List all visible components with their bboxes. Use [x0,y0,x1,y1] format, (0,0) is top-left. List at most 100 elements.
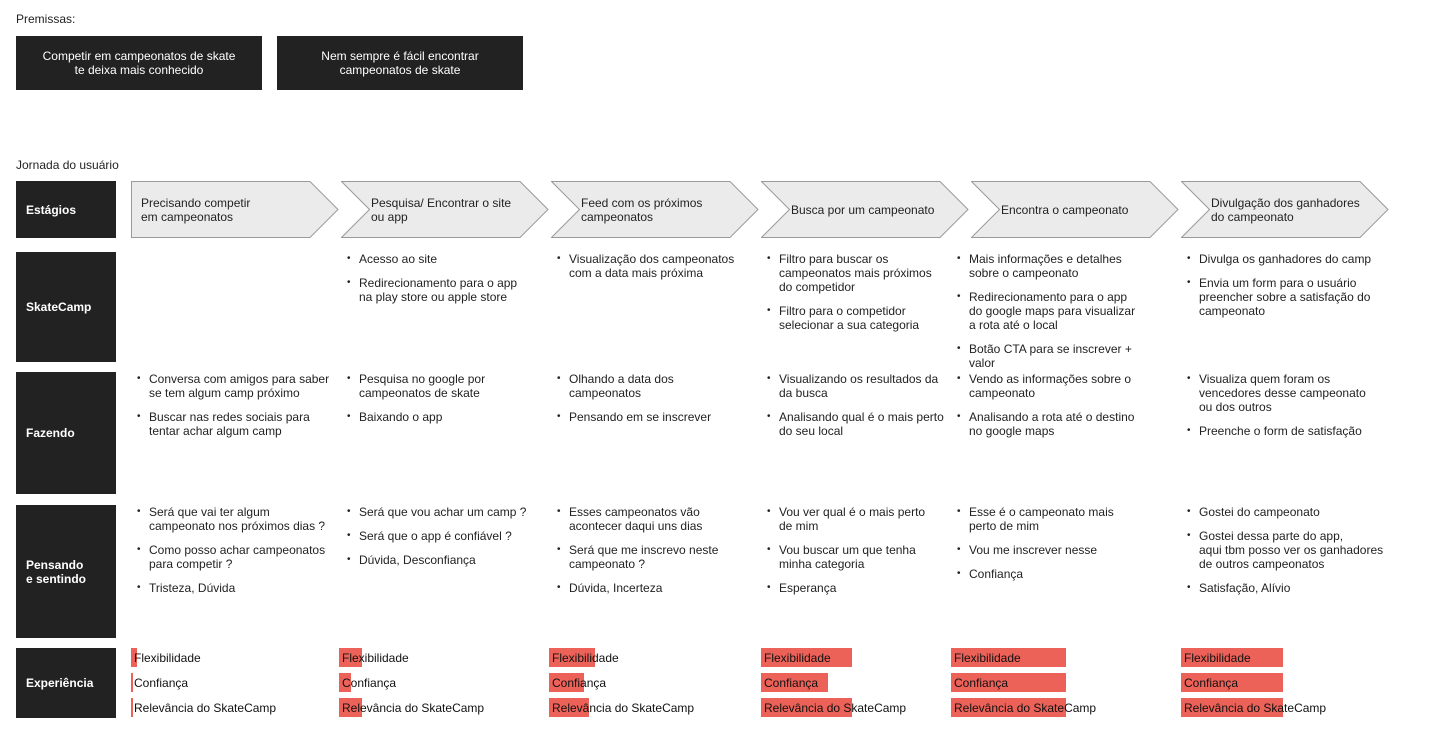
skatecamp-item: Redirecionamento para o app do google ma… [957,290,1157,332]
pensando-item: Tristeza, Dúvida [137,581,337,595]
pensando-item: Confiança [957,567,1157,581]
experience-metric: Flexibilidade [1181,648,1351,667]
experience-label: Flexibilidade [134,651,201,665]
skatecamp-item: Mais informações e detalhes sobre o camp… [957,252,1157,280]
fazendo-item: Visualizando os resultados da da busca [767,372,967,400]
fazendo-list: Visualiza quem foram os vencedores desse… [1187,372,1387,438]
skatecamp-list: Filtro para buscar os campeonatos mais p… [767,252,967,332]
experience-label: Relevância do SkateCamp [552,701,695,715]
pensando-list: Gostei do campeonato Gostei dessa parte d… [1187,505,1387,595]
stage-skatecamp-cell: Mais informações e detalhes sobre o camp… [957,252,1157,380]
stage-fazendo-cell: Olhando a data dos campeonatos Pensando e… [557,372,757,434]
experience-metric: Confiança [339,673,509,692]
experience-label: Confiança [552,676,607,690]
fazendo-item: Buscar nas redes sociais para tentar ach… [137,410,337,438]
experience-metric: Relevância do SkateCamp [549,698,719,717]
pensando-item: Gostei do campeonato [1187,505,1387,519]
stage-skatecamp-cell: Filtro para buscar os campeonatos mais p… [767,252,967,342]
experience-metric: Flexibilidade [951,648,1121,667]
skatecamp-list: Acesso ao site Redirecionamento para o ap… [347,252,547,304]
pensando-list: Esse é o campeonato mais perto de mim Vou… [957,505,1157,581]
experience-label: Relevância do SkateCamp [134,701,277,715]
stage-title: Feed com os próximos campeonatos [581,195,703,224]
fazendo-item: Visualiza quem foram os vencedores desse… [1187,372,1387,414]
fazendo-item: Olhando a data dos campeonatos [557,372,757,400]
pensando-item: Será que vai ter algum campeonato nos pr… [137,505,337,533]
experience-metric: Confiança [1181,673,1351,692]
experience-label: Flexibilidade [552,651,619,665]
stage-title: Precisando competir em campeonatos [141,195,251,224]
row-label-pensando: Pensando e sentindo [16,505,116,638]
stage-title: Divulgação dos ganhadores do campeonato [1211,195,1360,224]
stage-title: Busca por um campeonato [791,202,935,217]
pensando-item: Esperança [767,581,967,595]
stage-pensando-cell: Gostei do campeonato Gostei dessa parte d… [1187,505,1387,605]
pensando-item: Vou buscar um que tenha minha categoria [767,543,967,571]
experience-metric: Flexibilidade [549,648,719,667]
skatecamp-item: Acesso ao site [347,252,547,266]
row-label-experiencia: Experiência [16,648,116,718]
fazendo-item: Pensando em se inscrever [557,410,757,424]
pensando-item: Será que me inscrevo neste campeonato ? [557,543,757,571]
skatecamp-item: Envia um form para o usuário preencher s… [1187,276,1387,318]
experience-metric: Flexibilidade [761,648,931,667]
skatecamp-item: Divulga os ganhadores do camp [1187,252,1387,266]
experience-level-bar [131,698,133,717]
stage-fazendo-cell: Conversa com amigos para saber se tem al… [137,372,337,448]
fazendo-item: Vendo as informações sobre o campeonato [957,372,1157,400]
skatecamp-list: Mais informações e detalhes sobre o camp… [957,252,1157,370]
experience-metric: Relevância do SkateCamp [1181,698,1351,717]
fazendo-list: Visualizando os resultados da da busca An… [767,372,967,438]
experience-label: Confiança [764,676,819,690]
experience-label: Relevância do SkateCamp [1184,701,1327,715]
experience-metric: Confiança [549,673,719,692]
fazendo-item: Pesquisa no google por campeonatos de sk… [347,372,547,400]
pensando-item: Dúvida, Incerteza [557,581,757,595]
pensando-item: Esses campeonatos vão acontecer daqui un… [557,505,757,533]
experience-label: Flexibilidade [342,651,409,665]
stage-title: Encontra o campeonato [1001,202,1129,217]
experience-label: Confiança [954,676,1009,690]
stage-pensando-cell: Esses campeonatos vão acontecer daqui un… [557,505,757,605]
fazendo-list: Conversa com amigos para saber se tem al… [137,372,337,438]
journey-title: Jornada do usuário [16,158,119,172]
stage-fazendo-cell: Visualizando os resultados da da busca An… [767,372,967,448]
experience-metric: Confiança [131,673,301,692]
pensando-item: Será que vou achar um camp ? [347,505,547,519]
experience-metric: Flexibilidade [339,648,509,667]
row-label-estagios: Estágios [16,181,116,238]
experience-label: Relevância do SkateCamp [954,701,1097,715]
stage-pensando-cell: Esse é o campeonato mais perto de mim Vou… [957,505,1157,591]
experience-metric: Relevância do SkateCamp [131,698,301,717]
pensando-item: Será que o app é confiável ? [347,529,547,543]
experience-label: Flexibilidade [954,651,1021,665]
stage-skatecamp-cell: Acesso ao site Redirecionamento para o ap… [347,252,547,314]
fazendo-list: Pesquisa no google por campeonatos de sk… [347,372,547,424]
pensando-list: Será que vai ter algum campeonato nos pr… [137,505,337,595]
pensando-list: Será que vou achar um camp ? Será que o a… [347,505,547,567]
pensando-list: Vou ver qual é o mais perto de mim Vou bu… [767,505,967,595]
experience-metric: Relevância do SkateCamp [339,698,509,717]
experience-metric: Relevância do SkateCamp [761,698,931,717]
stage-title: Pesquisa/ Encontrar o site ou app [371,195,512,224]
row-label-skatecamp: SkateCamp [16,252,116,362]
fazendo-item: Baixando o app [347,410,547,424]
stage-fazendo-cell: Visualiza quem foram os vencedores desse… [1187,372,1387,448]
experience-level-bar [131,673,133,692]
stage-pensando-cell: Será que vou achar um camp ? Será que o a… [347,505,547,577]
stage-pensando-cell: Será que vai ter algum campeonato nos pr… [137,505,337,605]
fazendo-item: Conversa com amigos para saber se tem al… [137,372,337,400]
pensando-item: Satisfação, Alívio [1187,581,1387,595]
experience-label: Relevância do SkateCamp [342,701,485,715]
skatecamp-item: Botão CTA para se inscrever + valor [957,342,1157,370]
pensando-item: Vou ver qual é o mais perto de mim [767,505,967,533]
row-label-fazendo: Fazendo [16,372,116,494]
skatecamp-item: Redirecionamento para o app na play stor… [347,276,547,304]
experience-metric: Relevância do SkateCamp [951,698,1121,717]
fazendo-item: Preenche o form de satisfação [1187,424,1387,438]
skatecamp-item: Visualização dos campeonatos com a data … [557,252,757,280]
stage-skatecamp-cell: Divulga os ganhadores do camp Envia um fo… [1187,252,1387,328]
fazendo-list: Olhando a data dos campeonatos Pensando e… [557,372,757,424]
skatecamp-list: Divulga os ganhadores do camp Envia um fo… [1187,252,1387,318]
pensando-item: Como posso achar campeonatos para compet… [137,543,337,571]
